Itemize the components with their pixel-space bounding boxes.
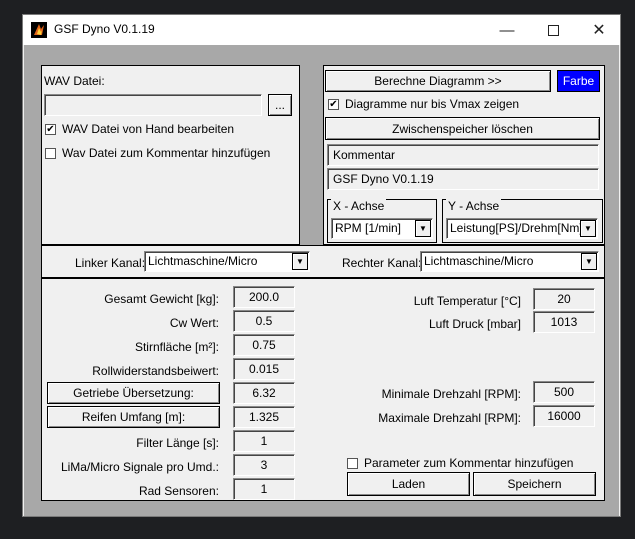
gear-ratio-button[interactable]: Getriebe Übersetzung: (47, 382, 220, 404)
app-icon (31, 22, 47, 38)
right-channel-value: Lichtmaschine/Micro (424, 254, 534, 268)
wav-file-label: WAV Datei: (44, 74, 105, 88)
clear-cache-button[interactable]: Zwischenspeicher löschen (325, 117, 600, 140)
checkmark-icon: ✔ (46, 123, 55, 135)
comment-label-box: Kommentar (327, 144, 599, 166)
wheel-sensors-input[interactable]: 1 (233, 478, 295, 500)
frontal-area-input[interactable]: 0.75 (233, 334, 295, 356)
air-temperature-label: Luft Temperatur [°C] (413, 294, 521, 308)
add-params-to-comment-checkbox[interactable] (347, 458, 358, 469)
add-wav-to-comment-checkbox[interactable] (45, 148, 56, 159)
wheel-sensors-label: Rad Sensoren: (138, 484, 219, 498)
x-axis-title: X - Achse (331, 199, 387, 213)
load-button[interactable]: Laden (347, 472, 470, 496)
comment-input[interactable]: GSF Dyno V0.1.19 (327, 168, 599, 190)
parameters-panel: Gesamt Gewicht [kg]: 200.0 Cw Wert: 0.5 … (41, 278, 605, 501)
left-channel-label: Linker Kanal: (75, 256, 146, 270)
signals-per-rev-label: LiMa/Micro Signale pro Umd.: (60, 460, 219, 474)
app-window: GSF Dyno V0.1.19 — ✕ WAV Datei: ... ✔ WA… (22, 14, 621, 517)
tire-circumference-button[interactable]: Reifen Umfang [m]: (47, 406, 220, 428)
min-rpm-label: Minimale Drehzahl [RPM]: (381, 387, 521, 401)
cw-label: Cw Wert: (169, 316, 219, 330)
signals-per-rev-input[interactable]: 3 (233, 454, 295, 476)
maximize-icon (547, 24, 559, 36)
add-params-to-comment-label: Parameter zum Kommentar hinzufügen (364, 456, 574, 470)
title-bar[interactable]: GSF Dyno V0.1.19 — ✕ (23, 15, 620, 45)
dropdown-arrow-icon[interactable]: ▼ (580, 220, 596, 237)
cw-input[interactable]: 0.5 (233, 310, 295, 332)
only-vmax-label: Diagramme nur bis Vmax zeigen (345, 97, 520, 111)
gear-ratio-input[interactable]: 6.32 (233, 382, 295, 404)
channel-panel: Linker Kanal: Lichtmaschine/Micro ▼ Rech… (41, 245, 605, 278)
tire-circumference-input[interactable]: 1.325 (233, 406, 295, 428)
filter-length-input[interactable]: 1 (233, 430, 295, 452)
window-title: GSF Dyno V0.1.19 (54, 22, 155, 36)
chart-options-panel: Berechne Diagramm >> Farbe ✔ Diagramme n… (323, 65, 605, 245)
wav-panel: WAV Datei: ... ✔ WAV Datei von Hand bear… (41, 65, 300, 245)
client-area: WAV Datei: ... ✔ WAV Datei von Hand bear… (24, 45, 619, 516)
weight-input[interactable]: 200.0 (233, 286, 295, 308)
color-button[interactable]: Farbe (557, 70, 600, 92)
maximize-button[interactable] (530, 15, 576, 45)
browse-wav-button[interactable]: ... (268, 94, 292, 116)
air-pressure-label: Luft Druck [mbar] (428, 317, 521, 331)
close-icon: ✕ (592, 22, 606, 39)
left-channel-select[interactable]: Lichtmaschine/Micro ▼ (144, 251, 310, 272)
edit-by-hand-label: WAV Datei von Hand bearbeiten (62, 122, 235, 136)
rolling-resistance-input[interactable]: 0.015 (233, 358, 295, 380)
dropdown-arrow-icon[interactable]: ▼ (415, 220, 431, 237)
add-wav-to-comment-label: Wav Datei zum Kommentar hinzufügen (62, 146, 271, 160)
max-rpm-label: Maximale Drehzahl [RPM]: (378, 411, 521, 425)
x-axis-select[interactable]: RPM [1/min] ▼ (331, 218, 433, 239)
dropdown-arrow-icon[interactable]: ▼ (292, 253, 308, 270)
checkmark-icon: ✔ (329, 98, 338, 110)
air-temperature-input[interactable]: 20 (533, 288, 595, 310)
close-button[interactable]: ✕ (576, 15, 622, 45)
minimize-button[interactable]: — (484, 15, 530, 45)
rolling-resistance-label: Rollwiderstandsbeiwert: (92, 364, 219, 378)
weight-label: Gesamt Gewicht [kg]: (104, 292, 219, 306)
wav-path-input[interactable] (44, 94, 262, 116)
minimize-icon: — (499, 21, 515, 39)
right-channel-select[interactable]: Lichtmaschine/Micro ▼ (420, 251, 599, 272)
save-button[interactable]: Speichern (473, 472, 596, 496)
only-vmax-checkbox[interactable]: ✔ (328, 99, 339, 110)
y-axis-group: Y - Achse Leistung[PS]/Drehm[Nm] ▼ (442, 199, 603, 243)
frontal-area-label: Stirnfläche [m²]: (134, 340, 219, 354)
y-axis-value: Leistung[PS]/Drehm[Nm] (450, 221, 583, 235)
dropdown-arrow-icon[interactable]: ▼ (581, 253, 597, 270)
x-axis-group: X - Achse RPM [1/min] ▼ (327, 199, 437, 243)
left-channel-value: Lichtmaschine/Micro (148, 254, 258, 268)
y-axis-select[interactable]: Leistung[PS]/Drehm[Nm] ▼ (446, 218, 598, 239)
min-rpm-input[interactable]: 500 (533, 381, 595, 403)
edit-by-hand-checkbox[interactable]: ✔ (45, 124, 56, 135)
right-channel-label: Rechter Kanal: (342, 256, 422, 270)
x-axis-value: RPM [1/min] (335, 221, 402, 235)
y-axis-title: Y - Achse (446, 199, 502, 213)
calculate-diagram-button[interactable]: Berechne Diagramm >> (325, 70, 551, 92)
max-rpm-input[interactable]: 16000 (533, 405, 595, 427)
filter-length-label: Filter Länge [s]: (136, 436, 219, 450)
air-pressure-input[interactable]: 1013 (533, 311, 595, 333)
